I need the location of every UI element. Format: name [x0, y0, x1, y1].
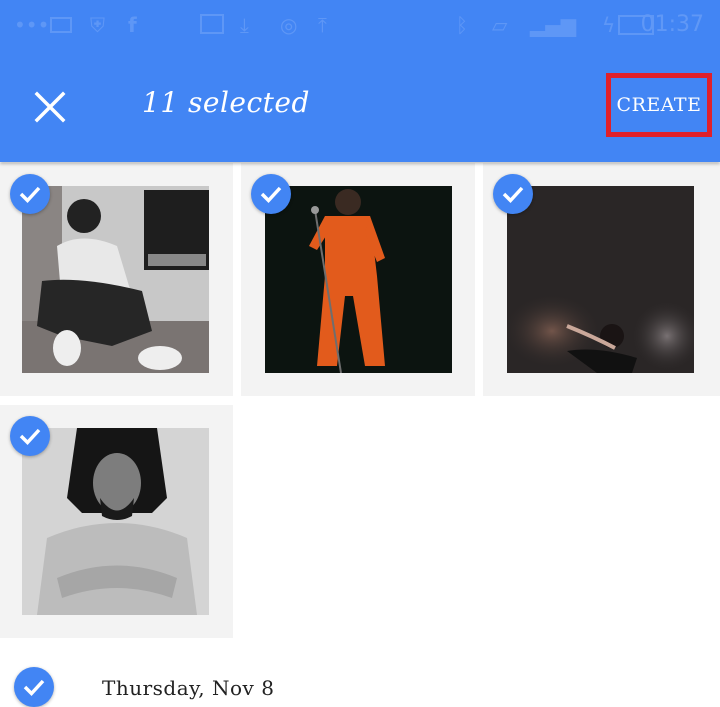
date-section-header: Thursday, Nov 8: [0, 660, 720, 707]
date-label: Thursday, Nov 8: [102, 676, 275, 700]
shield-icon: ⛨: [90, 13, 105, 37]
status-bar: ••• ⛨ f ⤓ ◎ ⤒ ᛒ ▱ ▂▄▆ ϟ 01:37: [0, 0, 720, 50]
selected-check-icon[interactable]: [251, 174, 291, 214]
photo-thumbnail: [22, 186, 209, 373]
date-select-all-check-icon[interactable]: [14, 667, 54, 707]
upload-icon: ⤒: [318, 13, 327, 37]
photo-thumbnail: [22, 428, 209, 615]
selected-check-icon[interactable]: [493, 174, 533, 214]
photo-tile[interactable]: [483, 163, 720, 396]
photo-thumbnail: [265, 186, 452, 373]
photo-tile[interactable]: [0, 405, 233, 638]
photo-tile[interactable]: [0, 163, 233, 396]
facebook-icon: f: [128, 13, 137, 37]
message-icon: [50, 17, 72, 33]
selected-check-icon[interactable]: [10, 416, 50, 456]
close-icon: [34, 91, 66, 123]
charging-icon: ϟ: [602, 13, 616, 37]
photo-tile[interactable]: [241, 163, 475, 396]
selection-count-title: 11 selected: [142, 86, 310, 119]
create-highlight-box: CREATE: [606, 73, 712, 137]
opera-icon: ◎: [280, 13, 298, 37]
download-icon: ⤓: [240, 13, 249, 37]
app-bar: ••• ⛨ f ⤓ ◎ ⤒ ᛒ ▱ ▂▄▆ ϟ 01:37 11 selecte…: [0, 0, 720, 162]
close-button[interactable]: [26, 83, 74, 131]
more-dots-icon: •••: [14, 13, 50, 37]
bluetooth-icon: ᛒ: [456, 13, 468, 37]
image-icon: [200, 14, 224, 34]
signal-icon: ▂▄▆: [530, 13, 577, 37]
status-time: 01:37: [640, 12, 704, 37]
create-button[interactable]: CREATE: [611, 78, 707, 132]
vibrate-icon: ▱: [492, 13, 508, 37]
selected-check-icon[interactable]: [10, 174, 50, 214]
photo-thumbnail: [507, 186, 694, 373]
